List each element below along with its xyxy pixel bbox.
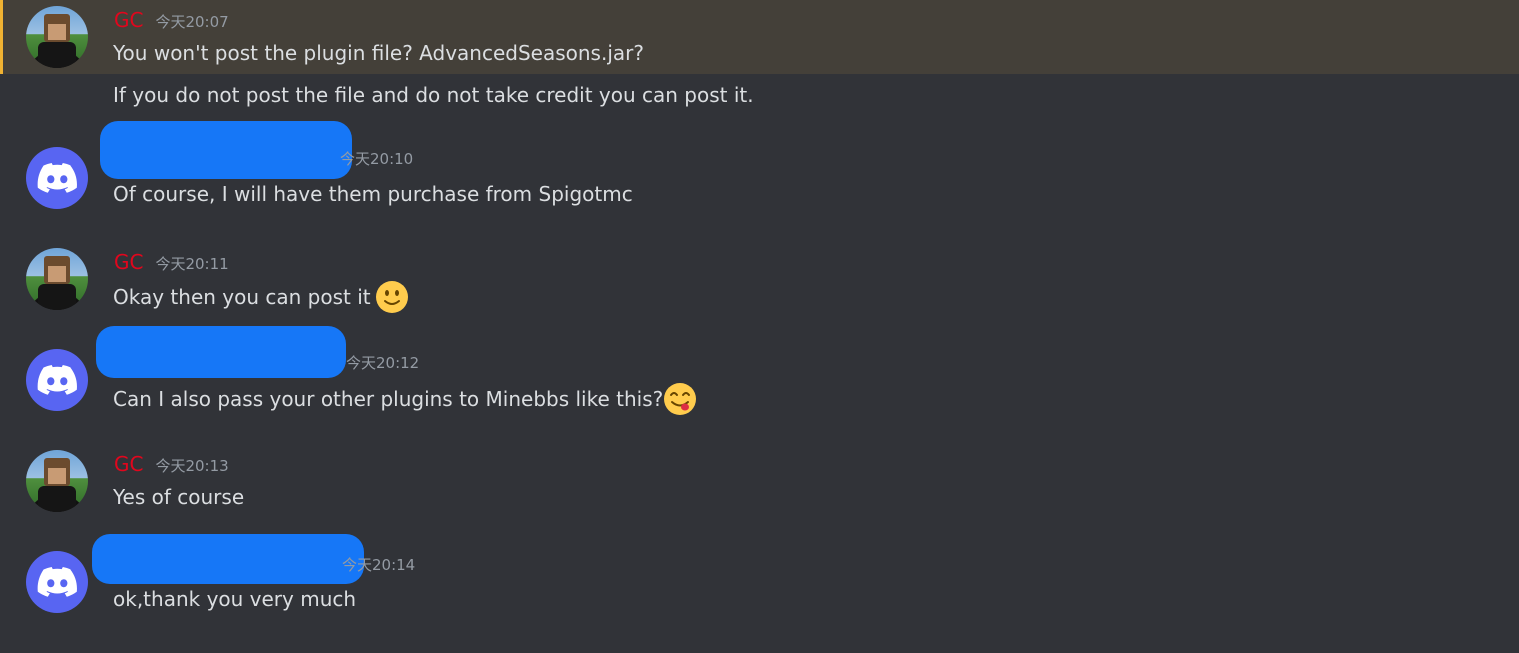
message-header: GC 今天20:11 [114,250,229,274]
user-avatar[interactable] [26,450,88,512]
discord-logo-icon [37,163,77,193]
message-text: Okay then you can post it [113,280,409,314]
message-text: You won't post the plugin file? Advanced… [113,41,644,65]
user-avatar[interactable] [26,6,88,68]
message-text: Can I also pass your other plugins to Mi… [113,382,697,416]
message-group[interactable]: 今天20:10 Of course, I will have them purc… [0,118,1519,220]
redacted-username-scribble [100,121,352,179]
message-header: GC 今天20:13 [114,452,229,476]
message-header: 今天20:10 [340,150,413,174]
slightly-smiling-face-emoji-icon [375,281,408,313]
message-header: GC 今天20:07 [114,8,229,32]
user-avatar[interactable] [26,551,88,613]
user-avatar[interactable] [26,248,88,310]
yum-face-emoji-icon [664,383,697,415]
timestamp[interactable]: 今天20:07 [155,13,228,31]
message-group[interactable]: GC 今天20:07 You won't post the plugin fil… [0,0,1519,74]
username[interactable]: GC [114,8,143,32]
message-group[interactable]: GC 今天20:13 Yes of course [0,444,1519,520]
message-continuation[interactable]: If you do not post the file and do not t… [0,74,1519,118]
redacted-username-scribble [96,326,346,378]
message-text-content: Okay then you can post it [113,285,371,309]
message-text: If you do not post the file and do not t… [113,83,754,107]
timestamp[interactable]: 今天20:12 [346,354,419,372]
message-text: Yes of course [113,485,245,509]
message-text-content: Can I also pass your other plugins to Mi… [113,387,664,411]
message-text: ok,thank you very much [113,587,357,611]
username[interactable]: GC [114,250,143,274]
message-header: 今天20:14 [342,556,415,580]
user-avatar[interactable] [26,349,88,411]
message-group[interactable]: 今天20:12 Can I also pass your other plugi… [0,320,1519,420]
message-group[interactable]: GC 今天20:11 Okay then you can post it [0,242,1519,318]
timestamp[interactable]: 今天20:11 [155,255,228,273]
message-group[interactable]: 今天20:14 ok,thank you very much [0,524,1519,624]
discord-logo-icon [37,567,77,597]
message-header: 今天20:12 [346,354,419,378]
message-text: Of course, I will have them purchase fro… [113,182,633,206]
timestamp[interactable]: 今天20:14 [342,556,415,574]
discord-logo-icon [37,365,77,395]
timestamp[interactable]: 今天20:10 [340,150,413,168]
username[interactable]: GC [114,452,143,476]
chat-message-list: GC 今天20:07 You won't post the plugin fil… [0,0,1519,653]
user-avatar[interactable] [26,147,88,209]
redacted-username-scribble [92,534,364,584]
timestamp[interactable]: 今天20:13 [155,457,228,475]
